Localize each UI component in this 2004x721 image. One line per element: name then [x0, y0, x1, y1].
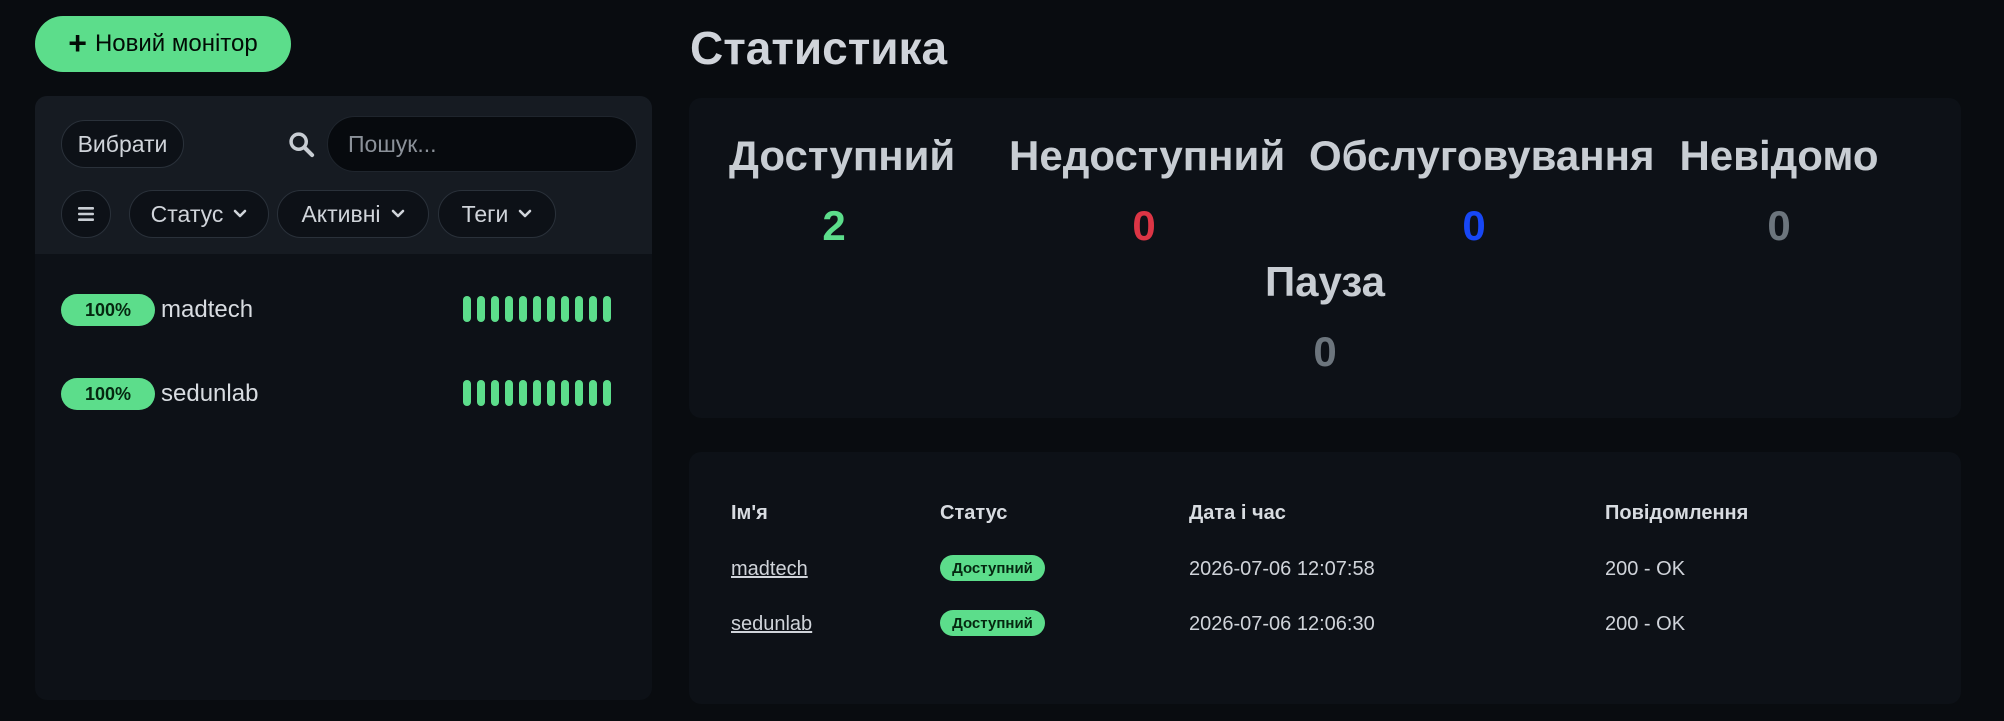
- stat-value: 0: [1313, 328, 1337, 375]
- monitor-name: sedunlab: [161, 380, 259, 407]
- monitor-list-header: Вибрати Статус Актив: [35, 96, 652, 254]
- heartbeat-beat: [603, 296, 611, 322]
- heartbeat-beat: [533, 380, 541, 406]
- heartbeat-bar: [463, 296, 611, 324]
- select-button-label: Вибрати: [77, 130, 168, 157]
- stat-unknown: Невідомо 0: [1674, 128, 1884, 254]
- heartbeat-beat: [561, 380, 569, 406]
- search-icon: [289, 132, 315, 158]
- status-filter-dropdown[interactable]: Статус: [129, 190, 269, 238]
- stat-label: Невідомо: [1679, 132, 1879, 179]
- heartbeat-beat: [505, 296, 513, 322]
- event-datetime: 2026-07-06 12:06:30: [1189, 613, 1375, 635]
- status-badge: Доступний: [940, 610, 1045, 636]
- stat-maintenance: Обслуговування 0: [1309, 128, 1655, 254]
- heartbeat-beat: [463, 380, 471, 406]
- heartbeat-beat: [519, 380, 527, 406]
- stat-label: Недоступний: [1009, 132, 1286, 179]
- heartbeat-beat: [491, 296, 499, 322]
- status-filter-label: Статус: [150, 200, 224, 227]
- stat-pause: Пауза 0: [1225, 254, 1425, 380]
- heartbeat-beat: [589, 296, 597, 322]
- stat-value: 0: [1767, 202, 1791, 249]
- heartbeat-beat: [575, 380, 583, 406]
- heartbeat-beat: [589, 380, 597, 406]
- select-mode-button[interactable]: [61, 190, 111, 238]
- stat-value: 0: [1132, 202, 1156, 249]
- plus-icon: +: [68, 24, 87, 61]
- heartbeat-beat: [519, 296, 527, 322]
- monitor-list-item[interactable]: 100% madtech: [35, 284, 652, 334]
- tags-filter-dropdown[interactable]: Теги: [438, 190, 556, 238]
- status-badge: Доступний: [940, 555, 1045, 581]
- heartbeat-beat: [533, 296, 541, 322]
- uptime-badge: 100%: [61, 378, 155, 410]
- heartbeat-beat: [547, 296, 555, 322]
- heartbeat-beat: [575, 296, 583, 322]
- stat-value: 2: [822, 202, 846, 249]
- list-icon: [78, 207, 94, 221]
- heartbeat-beat: [603, 380, 611, 406]
- stat-label: Доступний: [729, 132, 956, 179]
- search-input[interactable]: [327, 116, 637, 172]
- stat-label: Обслуговування: [1309, 132, 1655, 179]
- page-title: Статистика: [690, 22, 948, 74]
- stat-up: Доступний 2: [729, 128, 956, 254]
- uptime-badge: 100%: [61, 294, 155, 326]
- select-button[interactable]: Вибрати: [61, 120, 184, 168]
- heartbeat-beat: [477, 296, 485, 322]
- event-monitor-link[interactable]: madtech: [731, 555, 808, 583]
- chevron-down-icon: [391, 209, 404, 218]
- dashboard: + Новий монітор Вибрати Статус: [0, 0, 2004, 721]
- heartbeat-beat: [477, 380, 485, 406]
- column-header-name: Ім'я: [731, 502, 768, 524]
- stat-value: 0: [1462, 202, 1486, 249]
- chevron-down-icon: [234, 209, 247, 218]
- heartbeat-beat: [491, 380, 499, 406]
- event-monitor-link[interactable]: sedunlab: [731, 610, 812, 638]
- heartbeat-bar: [463, 380, 611, 408]
- event-datetime: 2026-07-06 12:07:58: [1189, 558, 1375, 580]
- column-header-datetime: Дата і час: [1189, 502, 1286, 524]
- event-message: 200 - OK: [1605, 558, 1686, 580]
- stats-panel: Доступний 2 Недоступний 0 Обслуговування…: [689, 98, 1961, 418]
- column-header-status: Статус: [940, 502, 1008, 524]
- important-events-panel: Ім'я Статус Дата і час Повідомлення madt…: [689, 452, 1961, 704]
- heartbeat-beat: [561, 296, 569, 322]
- event-message: 200 - OK: [1605, 613, 1686, 635]
- column-header-message: Повідомлення: [1605, 502, 1749, 524]
- monitor-name: madtech: [161, 296, 254, 323]
- tags-filter-label: Теги: [461, 200, 509, 227]
- chevron-down-icon: [519, 209, 532, 218]
- active-filter-label: Активні: [301, 200, 381, 227]
- heartbeat-beat: [547, 380, 555, 406]
- monitor-list-item[interactable]: 100% sedunlab: [35, 368, 652, 418]
- stat-label: Пауза: [1264, 258, 1386, 305]
- active-filter-dropdown[interactable]: Активні: [277, 190, 429, 238]
- new-monitor-button[interactable]: + Новий монітор: [35, 16, 291, 72]
- monitor-list-panel: Вибрати Статус Актив: [35, 96, 652, 700]
- heartbeat-beat: [463, 296, 471, 322]
- new-monitor-label: Новий монітор: [94, 30, 258, 57]
- heartbeat-beat: [505, 380, 513, 406]
- stat-down: Недоступний 0: [1009, 128, 1286, 254]
